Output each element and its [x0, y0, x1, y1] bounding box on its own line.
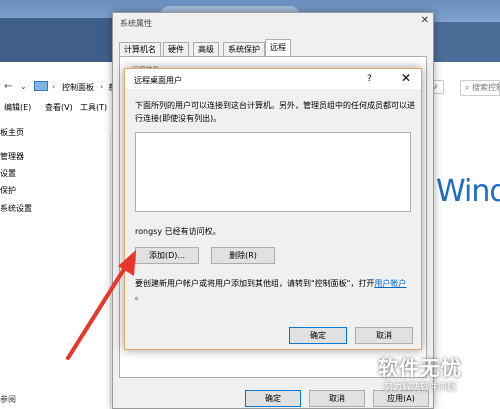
access-status-text: rongsy 已经有访问权。 [135, 227, 221, 236]
red-pointer-arrow-icon [66, 250, 136, 360]
back-arrow-icon[interactable]: ← [4, 81, 12, 92]
computer-icon [34, 81, 48, 91]
menu-tools[interactable]: 工具(T) [80, 102, 107, 113]
remove-user-button[interactable]: 删除(R) [211, 247, 275, 264]
note-text: 要创建新用户帐户或将用户添加到其他组，请转到"控制面板"，打开 [135, 279, 375, 288]
search-placeholder: 搜索控制 [472, 83, 499, 92]
tab-system-protection[interactable]: 系统保护 [223, 42, 265, 56]
search-icon: ⌕ [465, 83, 473, 92]
help-note: 要创建新用户帐户或将用户添加到其他组，请转到"控制面板"，打开用户帐户。 [135, 277, 417, 303]
sidebar-item-system-protection[interactable]: 保护 [0, 185, 16, 196]
see-also-label: 参阅 [0, 395, 16, 404]
dialog-title: 远程桌面用户 [134, 76, 182, 85]
tab-computer-name[interactable]: 计算机名 [119, 42, 161, 56]
menu-view[interactable]: 查看(V) [45, 102, 73, 113]
watermark: 软件无忧 努力解决软件问题 [370, 350, 500, 409]
search-input[interactable]: ⌕ 搜索控制 [460, 80, 500, 96]
sidebar-item-advanced-settings[interactable]: 系统设置 [0, 203, 32, 214]
tab-hardware[interactable]: 硬件 [163, 42, 189, 56]
users-listbox[interactable] [135, 132, 411, 212]
watermark-subtitle: 努力解决软件问题 [384, 383, 457, 393]
sidebar-item-device-manager[interactable]: 管理器 [0, 151, 24, 162]
tab-remote[interactable]: 远程 [265, 39, 291, 56]
dialog-titlebar: 远程桌面用户 ? ✕ [125, 69, 421, 89]
windows-logo-text: Windo [436, 174, 500, 209]
chevron-right-icon: › [52, 82, 56, 91]
watermark-logo: 软件无忧 [378, 356, 462, 380]
chevron-down-icon[interactable]: ⌄ [20, 82, 27, 91]
dialog-title: 系统属性 [120, 19, 152, 28]
tab-advanced[interactable]: 高级 [193, 42, 219, 56]
ok-button[interactable]: 确定 [289, 327, 347, 344]
address-path[interactable]: 控制面板 [62, 82, 94, 93]
description-text: 下面所列的用户可以连接到这台计算机。另外，管理员组中的任何成员都可以进行连接(即… [135, 101, 415, 123]
sidebar-item-home[interactable]: 板主页 [0, 127, 24, 138]
close-icon[interactable]: ✕ [421, 15, 429, 26]
help-icon[interactable]: ? [367, 74, 372, 84]
cancel-button[interactable]: 取消 [309, 390, 365, 407]
close-icon[interactable]: ✕ [401, 71, 411, 85]
remote-desktop-users-dialog: 远程桌面用户 ? ✕ 下面所列的用户可以连接到这台计算机。另外，管理员组中的任何… [124, 68, 422, 350]
sidebar-item-remote-settings[interactable]: 设置 [0, 168, 16, 179]
ok-button[interactable]: 确定 [245, 390, 301, 407]
chevron-right-icon: › [100, 82, 104, 91]
cancel-button[interactable]: 取消 [355, 327, 413, 344]
user-accounts-link[interactable]: 用户帐户 [374, 279, 406, 288]
menu-edit[interactable]: 编辑(E) [4, 102, 31, 113]
